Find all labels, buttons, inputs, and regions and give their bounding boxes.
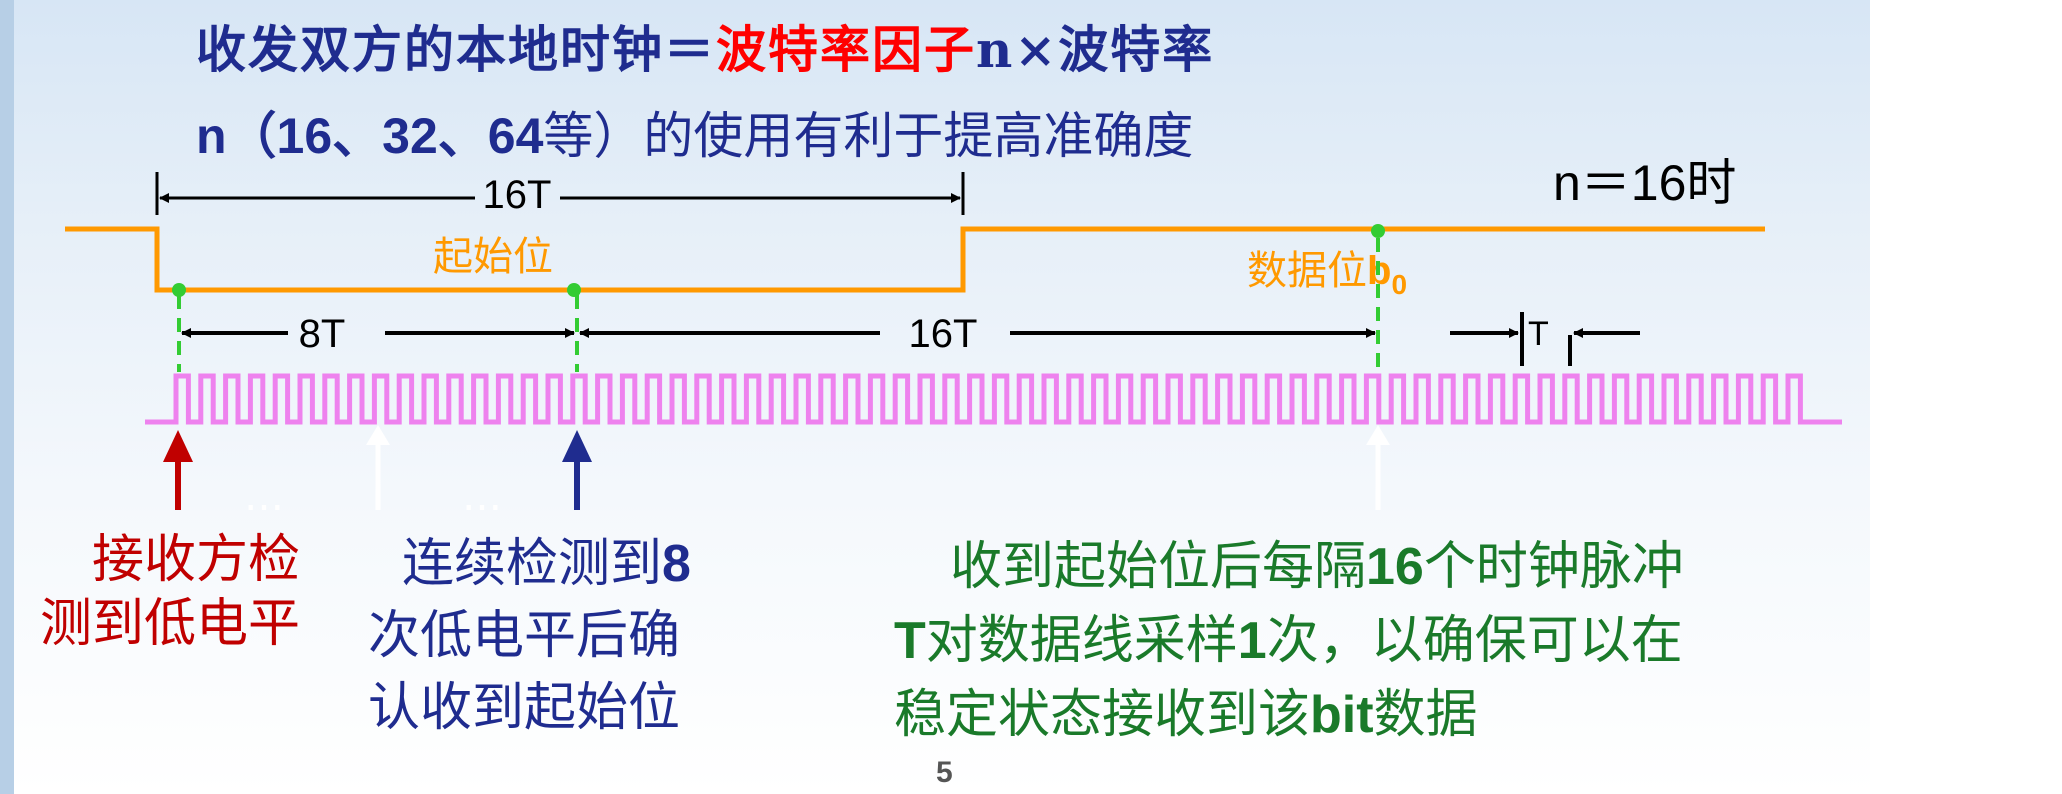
- n-equals-16-label: n＝16时: [1553, 155, 1736, 211]
- receiver-detect-arrowhead: [163, 430, 193, 462]
- sample-dot-2: [567, 283, 581, 297]
- period-t-label: T: [1528, 315, 1549, 353]
- sample-dot-1: [172, 283, 186, 297]
- data-bit-label: 数据位b0: [1247, 248, 1407, 300]
- note-middle-line-2: 次低电平后确: [368, 606, 681, 666]
- clock-signal: [145, 373, 1842, 425]
- note-left-line-1: 接收方检: [91, 530, 300, 590]
- note-right-line-3: 稳定状态接收到该bit数据: [894, 685, 1478, 745]
- note-middle-line-1: 连续检测到8: [402, 534, 691, 594]
- start-bit-label: 起始位: [433, 234, 553, 280]
- faint-arrowhead-2: [1366, 425, 1390, 445]
- span-16t-top-label: 16T: [483, 173, 552, 217]
- confirm-start-arrowhead: [562, 430, 592, 462]
- page-number: 5: [936, 756, 953, 789]
- note-right-line-1: 收到起始位后每隔16个时钟脉冲: [950, 537, 1684, 597]
- note-receiver-detect: 接收方检 测到低电平: [0, 528, 300, 656]
- note-middle-line-3: 认收到起始位: [368, 678, 681, 738]
- span-8t-label: 8T: [299, 312, 346, 356]
- note-sampling: 收到起始位后每隔16个时钟脉冲 T对数据线采样1次，以确保可以在 稳定状态接收到…: [894, 530, 1684, 752]
- faint-dots-1: …: [244, 474, 284, 520]
- note-right-line-2: T对数据线采样1次，以确保可以在: [894, 611, 1683, 671]
- timing-diagram: 16T n＝16时 起始位 数据位b0 8T 16T T … …: [65, 155, 1842, 520]
- faint-dots-2: …: [462, 474, 502, 520]
- sample-dot-3: [1371, 224, 1385, 238]
- span-16t-mid-label: 16T: [909, 312, 978, 356]
- data-line-signal: [65, 226, 1765, 293]
- note-confirm-start: 连续检测到8 次低电平后确 认收到起始位: [368, 528, 691, 744]
- note-left-line-2: 测到低电平: [39, 594, 300, 654]
- faint-arrowhead-1: [366, 425, 390, 445]
